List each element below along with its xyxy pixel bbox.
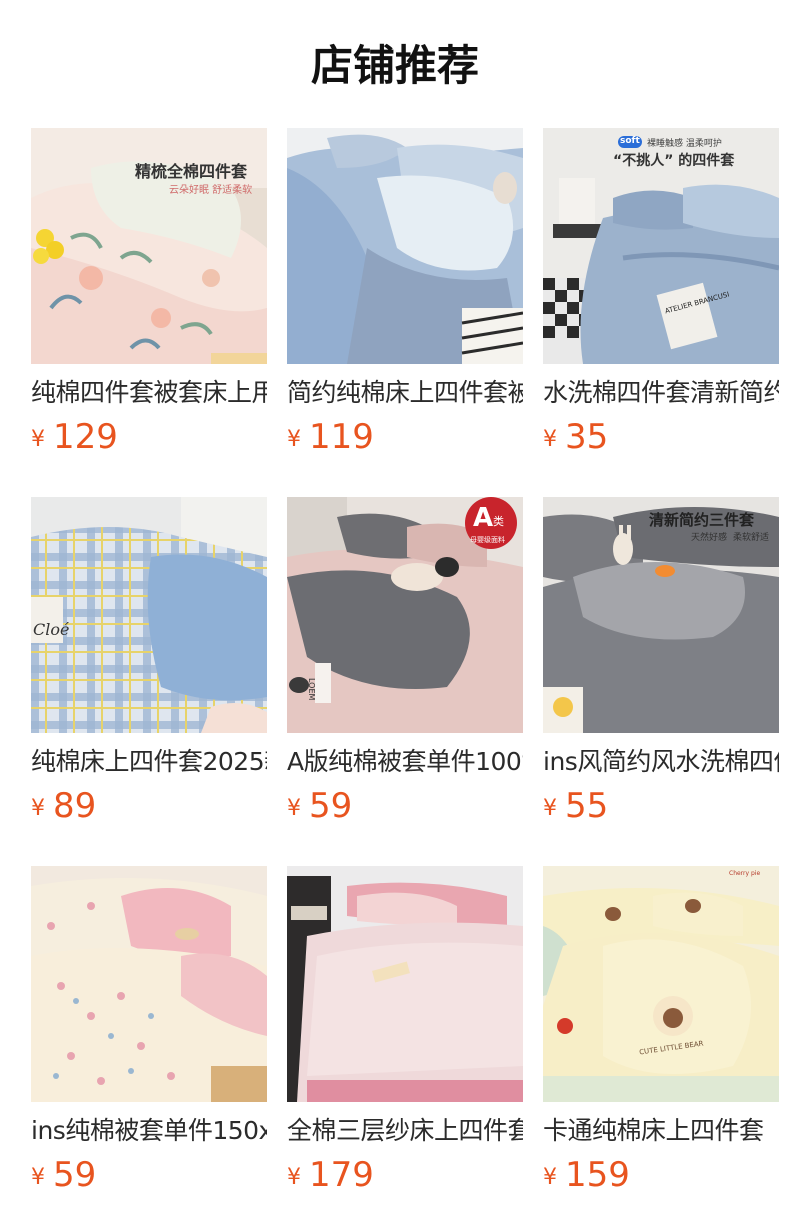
product-name[interactable]: 卡通纯棉床上四件套 xyxy=(543,1114,779,1148)
product-name[interactable]: 全棉三层纱床上四件套 xyxy=(287,1114,523,1148)
product-card[interactable]: LOEM A 类 母婴级面料 A版纯棉被套单件100% ¥59 xyxy=(287,497,523,866)
magazine-text: Cloé xyxy=(33,620,69,639)
product-photo-plaid-bedding: Cloé xyxy=(31,497,267,733)
currency-symbol: ¥ xyxy=(31,796,45,821)
soft-tag: soft xyxy=(620,136,640,146)
product-card[interactable]: Cloé 纯棉床上四件套2025新款 ¥89 xyxy=(31,497,267,866)
grade-badge-letter: A xyxy=(473,503,494,533)
currency-symbol: ¥ xyxy=(543,1165,557,1190)
product-card[interactable]: 精梳全棉四件套 云朵好眠 舒适柔软 纯棉四件套被套床上用品 ¥129 xyxy=(31,128,267,497)
currency-symbol: ¥ xyxy=(287,796,301,821)
price-amount: 55 xyxy=(565,786,609,826)
currency-symbol: ¥ xyxy=(31,427,45,452)
currency-symbol: ¥ xyxy=(31,1165,45,1190)
product-price: ¥55 xyxy=(543,786,608,826)
product-image[interactable]: 精梳全棉四件套 云朵好眠 舒适柔软 xyxy=(31,128,267,364)
price-amount: 159 xyxy=(565,1155,630,1195)
price-amount: 129 xyxy=(53,417,118,457)
price-amount: 119 xyxy=(309,417,374,457)
price-amount: 89 xyxy=(53,786,97,826)
product-name[interactable]: 纯棉四件套被套床上用品 xyxy=(31,376,267,410)
product-image[interactable] xyxy=(31,866,267,1102)
product-name[interactable]: 纯棉床上四件套2025新款 xyxy=(31,745,267,779)
image-subcaption: 裸睡触感 温柔呵护 xyxy=(647,139,722,149)
product-price: ¥179 xyxy=(287,1155,374,1195)
logo-tag: Cherry pie xyxy=(729,870,761,877)
product-card[interactable]: ATELIER BRANCUSI soft 裸睡触感 温柔呵护 “不挑人” 的四… xyxy=(543,128,779,497)
product-name[interactable]: ins纯棉被套单件150x200 xyxy=(31,1114,267,1148)
currency-symbol: ¥ xyxy=(543,427,557,452)
price-amount: 179 xyxy=(309,1155,374,1195)
store-recommendations-page: 店铺推荐 精梳全棉四件套 云朵好眠 舒适柔软 纯棉四件套被套床上用 ¥ 129 … xyxy=(0,0,790,1232)
grade-badge-note: 母婴级面料 xyxy=(470,536,505,544)
price-amount: 35 xyxy=(565,417,609,457)
product-price: ¥59 xyxy=(287,786,352,826)
product-price: ¥119 xyxy=(287,417,374,457)
currency-symbol: ¥ xyxy=(287,427,301,452)
product-name[interactable]: A版纯棉被套单件100% xyxy=(287,745,523,779)
product-image[interactable] xyxy=(287,128,523,364)
price-amount: 59 xyxy=(309,786,353,826)
product-photo-pink-gauze-bedding xyxy=(287,866,523,1102)
product-name[interactable]: ins风简约风水洗棉四件套 xyxy=(543,745,779,779)
product-price: ¥35 xyxy=(543,417,608,457)
product-price: ¥159 xyxy=(543,1155,630,1195)
image-subcaption-2: 柔软舒适 xyxy=(733,533,770,543)
image-caption: 清新简约三件套 xyxy=(649,511,755,529)
currency-symbol: ¥ xyxy=(287,1165,301,1190)
product-image[interactable]: CUTE LITTLE BEAR Cherry pie xyxy=(543,866,779,1102)
product-card[interactable]: 清新简约三件套 天然好感 柔软舒适 ins风简约风水洗棉四件套 ¥55 xyxy=(543,497,779,866)
product-card[interactable]: CUTE LITTLE BEAR Cherry pie 卡通纯棉床上四件套 ¥1… xyxy=(543,866,779,1232)
grade-badge-suffix: 类 xyxy=(493,515,504,528)
image-subcaption: 云朵好眠 舒适柔软 xyxy=(169,185,253,196)
product-price: ¥59 xyxy=(31,1155,96,1195)
product-name[interactable]: 简约纯棉床上四件套被套 xyxy=(287,376,523,410)
image-subcaption-1: 天然好感 xyxy=(691,533,728,543)
product-photo-floral-pink-bedding xyxy=(31,866,267,1102)
image-caption: 精梳全棉四件套 xyxy=(135,162,248,181)
product-image[interactable] xyxy=(287,866,523,1102)
product-card[interactable]: 简约纯棉床上四件套被套 ¥119 xyxy=(287,128,523,497)
product-price: ¥129 xyxy=(31,417,118,457)
price-amount: 59 xyxy=(53,1155,97,1195)
product-image[interactable]: ATELIER BRANCUSI soft 裸睡触感 温柔呵护 “不挑人” 的四… xyxy=(543,128,779,364)
image-caption: “不挑人” 的四件套 xyxy=(613,153,735,169)
product-card[interactable]: 全棉三层纱床上四件套 ¥179 xyxy=(287,866,523,1232)
product-price: ¥89 xyxy=(31,786,96,826)
product-image[interactable]: LOEM A 类 母婴级面料 xyxy=(287,497,523,733)
tag-label: LOEM xyxy=(307,678,316,701)
currency-symbol: ¥ xyxy=(543,796,557,821)
product-grid: 精梳全棉四件套 云朵好眠 舒适柔软 纯棉四件套被套床上用品 ¥129 xyxy=(31,128,779,1232)
product-image[interactable]: 清新简约三件套 天然好感 柔软舒适 xyxy=(543,497,779,733)
section-title: 店铺推荐 xyxy=(310,41,479,90)
product-name[interactable]: 水洗棉四件套清新简约 xyxy=(543,376,779,410)
product-card[interactable]: ins纯棉被套单件150x200 ¥59 xyxy=(31,866,267,1232)
product-image[interactable]: Cloé xyxy=(31,497,267,733)
product-photo-blue-bedding xyxy=(287,128,523,364)
product-photo-cream-bear-bedding xyxy=(543,866,779,1102)
